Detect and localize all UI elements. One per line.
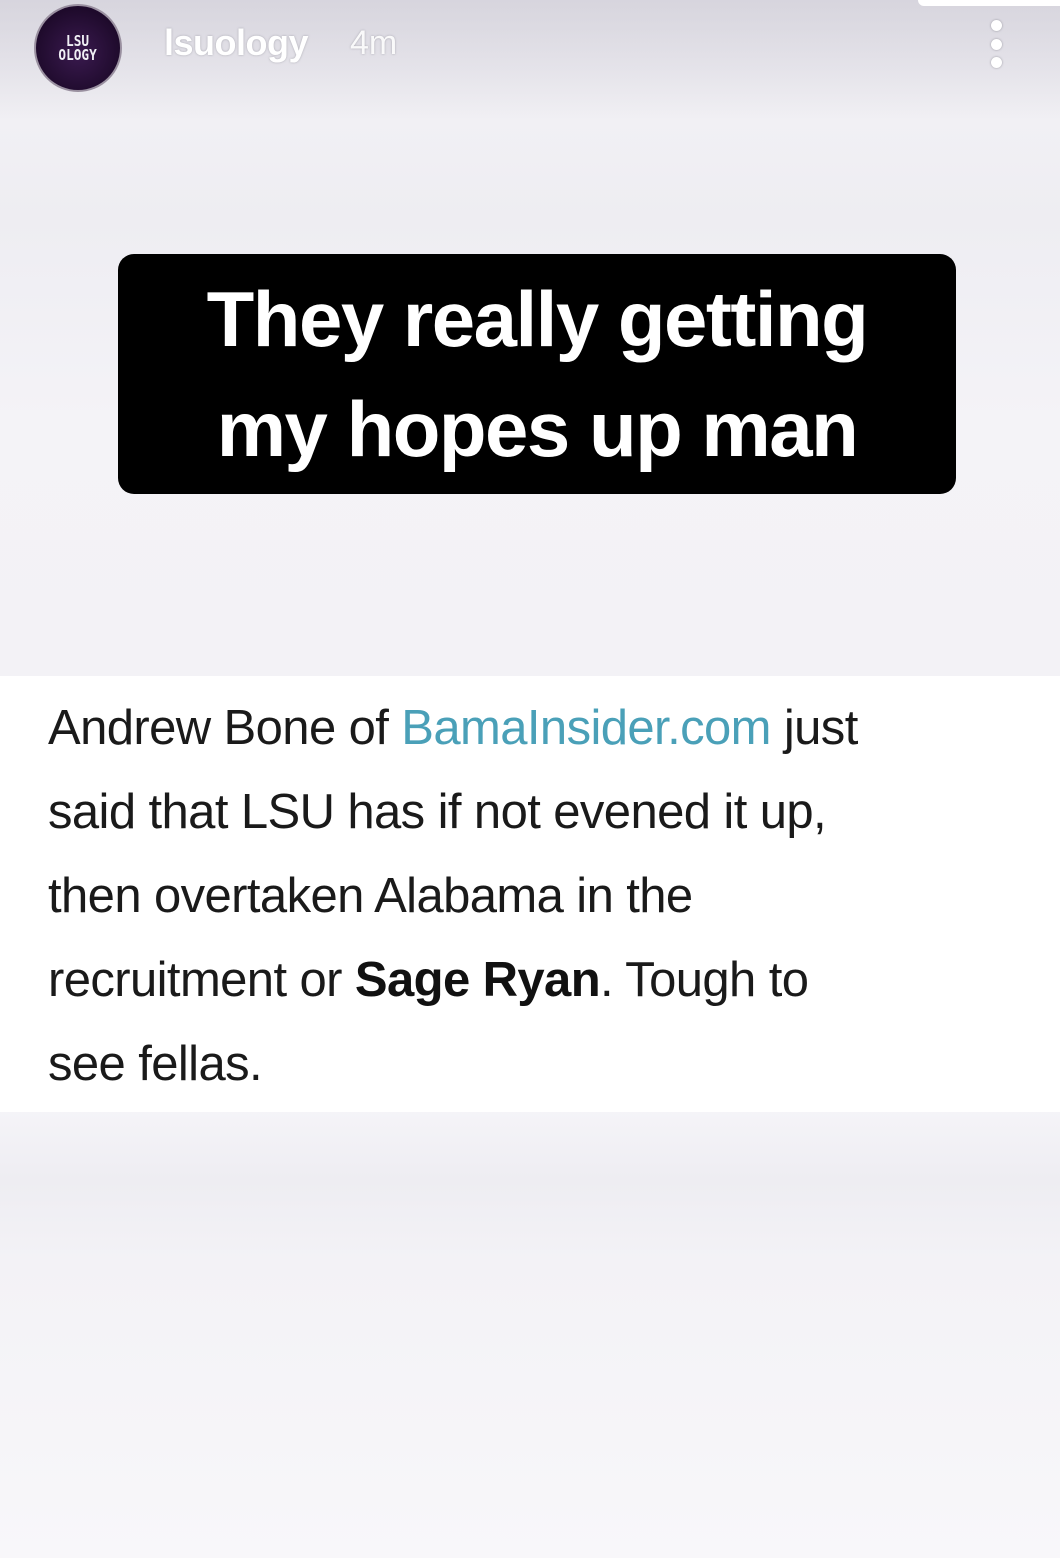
more-options-button[interactable] bbox=[978, 14, 1014, 74]
more-dot-icon bbox=[990, 20, 1002, 31]
caption-line-1: They really getting bbox=[206, 275, 869, 363]
player-name: Sage Ryan bbox=[354, 953, 601, 1007]
post-line-4: recruitment or Sage Ryan. Tough to bbox=[48, 938, 1038, 1022]
story-header: LSU OLOGY lsuology 4m bbox=[0, 0, 1060, 100]
timestamp: 4m bbox=[350, 24, 398, 62]
avatar-text-bottom: OLOGY bbox=[58, 46, 98, 64]
post-line-1-start: Andrew Bone of bbox=[48, 701, 402, 755]
post-text: Andrew Bone of BamaInsider.com just said… bbox=[48, 686, 1038, 1106]
post-line-4-start: recruitment or bbox=[48, 953, 355, 1007]
avatar[interactable]: LSU OLOGY bbox=[34, 4, 122, 92]
caption-text-box: They really getting my hopes up man bbox=[118, 254, 956, 494]
username[interactable]: lsuology bbox=[164, 22, 309, 64]
more-dot-icon bbox=[990, 57, 1002, 68]
shared-post-card: Andrew Bone of BamaInsider.com just said… bbox=[0, 676, 1060, 1112]
post-line-4-end: . Tough to bbox=[600, 953, 809, 1007]
more-dot-icon bbox=[990, 38, 1002, 50]
bamainsider-link[interactable]: BamaInsider.com bbox=[401, 701, 771, 755]
story-viewer[interactable]: LSU OLOGY lsuology 4m They really gettin… bbox=[0, 0, 1060, 1558]
post-line-1: Andrew Bone of BamaInsider.com just bbox=[48, 686, 1038, 770]
post-line-1-end: just bbox=[770, 701, 858, 755]
post-line-5: see fellas. bbox=[48, 1037, 263, 1091]
caption-line-2: my hopes up man bbox=[216, 385, 859, 473]
post-line-3: then overtaken Alabama in the bbox=[48, 869, 693, 923]
post-line-2: said that LSU has if not evened it up, bbox=[48, 785, 827, 839]
